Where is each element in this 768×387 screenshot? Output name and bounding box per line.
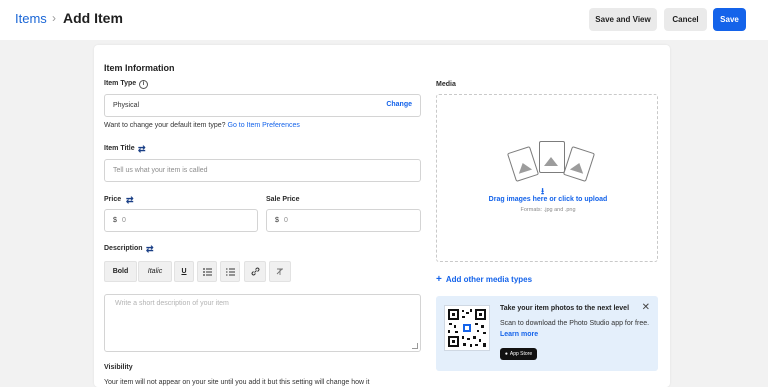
page-title: Add Item — [63, 10, 123, 26]
item-type-label: Item Type — [104, 80, 137, 87]
info-icon[interactable]: i — [139, 80, 148, 89]
item-title-label: Item Title — [104, 145, 135, 152]
sale-price-label: Sale Price — [266, 196, 300, 203]
link-button[interactable] — [244, 261, 266, 282]
formats-text: Formats: .jpg and .png — [520, 207, 576, 213]
sale-price-input[interactable]: $ 0 — [266, 209, 421, 232]
sale-price-placeholder: 0 — [284, 217, 288, 224]
price-input[interactable]: $ 0 — [104, 209, 258, 232]
photo-icon — [506, 146, 540, 182]
breadcrumb-items[interactable]: Items — [15, 11, 47, 26]
underline-button[interactable]: U — [174, 261, 194, 282]
media-label: Media — [436, 81, 456, 88]
change-item-type-link[interactable]: Change — [386, 101, 412, 108]
photo-icon — [539, 141, 565, 173]
clear-format-icon — [276, 268, 283, 275]
description-placeholder: Write a short description of your item — [115, 300, 229, 307]
item-type-field: Physical Change — [104, 94, 421, 117]
description-textarea[interactable]: Write a short description of your item — [104, 294, 421, 352]
bold-button[interactable]: Bold — [104, 261, 137, 282]
swap-icon[interactable]: ⇄ — [126, 195, 134, 206]
price-currency: $ — [113, 217, 117, 224]
default-type-hint-text: Want to change your default item type? — [104, 122, 226, 129]
bullet-list-button[interactable] — [197, 261, 217, 282]
photo-icon — [562, 146, 596, 182]
promo-description: Scan to download the Photo Studio app fo… — [500, 320, 650, 327]
swap-icon[interactable]: ⇄ — [146, 244, 154, 255]
visibility-label: Visibility — [104, 364, 133, 371]
cancel-button[interactable]: Cancel — [664, 8, 707, 31]
default-type-hint: Want to change your default item type? G… — [104, 122, 300, 129]
top-bar: Items › Add Item Save and View Cancel Sa… — [0, 0, 768, 40]
app-store-label: App Store — [509, 351, 533, 357]
item-title-placeholder: Tell us what your item is called — [113, 167, 208, 174]
qr-code-icon — [448, 309, 486, 347]
item-form-card: Item Information Item Type i Physical Ch… — [94, 45, 670, 387]
resize-handle[interactable] — [412, 343, 418, 349]
breadcrumb-separator: › — [52, 11, 56, 25]
save-and-view-button[interactable]: Save and View — [589, 8, 657, 31]
close-icon[interactable]: ✕ — [642, 302, 650, 313]
add-media-types-link[interactable]: + Add other media types — [436, 274, 532, 285]
clear-format-button[interactable] — [269, 261, 291, 282]
bullet-list-icon — [202, 267, 212, 276]
item-title-input[interactable]: Tell us what your item is called — [104, 159, 421, 182]
sale-price-currency: $ — [275, 217, 279, 224]
price-label: Price — [104, 196, 122, 203]
qr-code — [444, 305, 490, 351]
price-placeholder: 0 — [122, 217, 126, 224]
promo-text: Scan to download the Photo Studio app fo… — [500, 318, 654, 340]
swap-icon[interactable]: ⇄ — [138, 144, 146, 155]
link-icon — [251, 267, 259, 276]
learn-more-link[interactable]: Learn more — [500, 331, 538, 338]
description-label: Description — [104, 245, 143, 252]
item-preferences-link[interactable]: Go to Item Preferences — [228, 122, 300, 129]
app-store-badge[interactable]: ● App Store — [500, 348, 537, 360]
drag-upload-text[interactable]: Drag images here or click to upload — [437, 196, 659, 203]
photos-illustration — [506, 139, 596, 185]
media-dropzone[interactable]: ⭳ Drag images here or click to upload Fo… — [436, 94, 658, 262]
photo-studio-promo: Take your item photos to the next level … — [436, 296, 658, 371]
visibility-text: Your item will not appear on your site u… — [104, 379, 370, 386]
item-type-value: Physical — [113, 102, 140, 109]
section-title: Item Information — [104, 63, 175, 73]
numbered-list-icon — [225, 268, 235, 275]
numbered-list-button[interactable] — [220, 261, 240, 282]
promo-title: Take your item photos to the next level — [500, 305, 630, 312]
apple-icon: ● — [504, 351, 508, 357]
plus-icon: + — [436, 274, 442, 285]
add-media-label: Add other media types — [445, 275, 533, 284]
italic-button[interactable]: Italic — [138, 261, 172, 282]
save-button[interactable]: Save — [713, 8, 746, 31]
